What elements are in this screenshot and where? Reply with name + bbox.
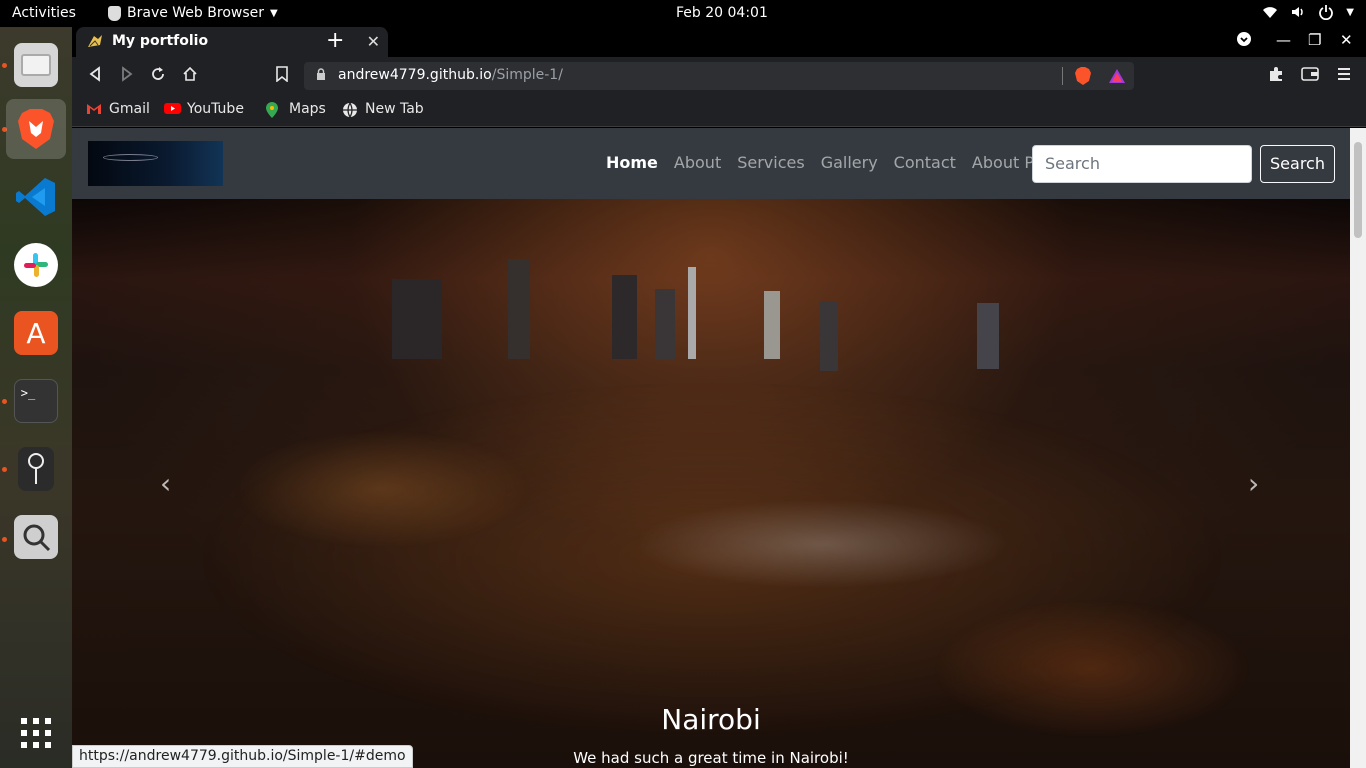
vscode-icon xyxy=(14,175,58,219)
dock: A >_ xyxy=(0,27,72,768)
globe-icon xyxy=(342,102,358,118)
portfolio-favicon-icon xyxy=(86,33,104,51)
carousel-caption-title: Nairobi xyxy=(661,703,761,736)
extensions-icon[interactable] xyxy=(1268,66,1284,87)
tab-close-icon[interactable]: ✕ xyxy=(367,32,380,51)
nav-link-gallery[interactable]: Gallery xyxy=(821,153,878,172)
activities-button[interactable]: Activities xyxy=(12,5,76,21)
url-text: andrew4779.github.io/Simple-1/ xyxy=(338,67,563,83)
maximize-icon[interactable]: ❐ xyxy=(1308,31,1321,49)
bookmark-label: YouTube xyxy=(187,101,244,117)
bookmark-gmail[interactable]: Gmail xyxy=(86,101,150,117)
bookmark-icon[interactable] xyxy=(276,66,288,87)
city-lights-west xyxy=(232,429,532,549)
terminal-icon: >_ xyxy=(14,379,58,423)
brave-lion-icon xyxy=(14,107,58,151)
hero-carousel: ‹ › Nairobi We had such a great time in … xyxy=(72,199,1350,768)
slack-icon xyxy=(14,243,58,287)
skyline-building xyxy=(612,275,637,359)
forward-icon[interactable] xyxy=(120,66,134,87)
site-logo[interactable] xyxy=(88,141,223,186)
app-menu-label: Brave Web Browser xyxy=(127,5,264,21)
system-top-bar: Activities Brave Web Browser ▼ Feb 20 04… xyxy=(0,0,1366,27)
tab-strip: My portfolio ✕ + — ❐ ✕ xyxy=(72,27,1366,57)
brave-rewards-icon[interactable] xyxy=(1108,67,1126,89)
page-scrollbar[interactable] xyxy=(1350,128,1366,768)
dock-maps[interactable] xyxy=(6,439,66,499)
logo-streak xyxy=(103,154,158,161)
search-button[interactable]: Search xyxy=(1260,145,1335,183)
dock-ubuntu-software[interactable]: A xyxy=(6,303,66,363)
chevron-down-icon: ▼ xyxy=(1346,6,1354,18)
window-close-icon[interactable]: ✕ xyxy=(1340,31,1353,49)
address-bar[interactable]: andrew4779.github.io/Simple-1/ xyxy=(304,62,1134,90)
bookmark-label: Gmail xyxy=(109,101,150,117)
magnifier-icon xyxy=(14,515,58,559)
bookmark-label: Maps xyxy=(289,101,326,117)
nav-link-contact[interactable]: Contact xyxy=(894,153,956,172)
bookmark-label: New Tab xyxy=(365,101,424,117)
app-menu[interactable]: Brave Web Browser ▼ xyxy=(108,5,278,21)
scrollbar-thumb[interactable] xyxy=(1354,142,1362,238)
skyline-building xyxy=(820,301,838,371)
dock-vscode[interactable] xyxy=(6,167,66,227)
skyline-building xyxy=(508,259,530,359)
wallet-icon[interactable] xyxy=(1301,66,1319,86)
link-status-bubble: https://andrew4779.github.io/Simple-1/#d… xyxy=(72,745,413,768)
reload-icon[interactable] xyxy=(150,66,166,87)
search-input[interactable]: Search xyxy=(1032,145,1252,183)
google-maps-icon xyxy=(266,102,282,118)
dock-screenshot[interactable] xyxy=(6,507,66,567)
nav-link-home[interactable]: Home xyxy=(606,153,658,172)
dock-terminal[interactable]: >_ xyxy=(6,371,66,431)
omnibox-divider xyxy=(1062,67,1063,85)
downtown-lights xyxy=(632,499,1012,589)
chevron-down-icon: ▼ xyxy=(270,7,278,19)
nav-link-services[interactable]: Services xyxy=(737,153,804,172)
skyline-building xyxy=(655,289,675,359)
url-host: andrew4779.github.io xyxy=(338,67,492,83)
dock-files[interactable] xyxy=(6,35,66,95)
menu-icon[interactable] xyxy=(1338,66,1350,86)
app-grid-icon xyxy=(14,711,58,755)
skyline-building xyxy=(977,303,999,369)
files-icon xyxy=(14,43,58,87)
browser-toolbar: andrew4779.github.io/Simple-1/ xyxy=(72,57,1366,95)
new-tab-button[interactable]: + xyxy=(326,28,344,53)
dock-brave[interactable] xyxy=(6,99,66,159)
page-viewport: Home About Services Gallery Contact Abou… xyxy=(72,128,1366,768)
show-applications[interactable] xyxy=(6,703,66,763)
lock-icon xyxy=(316,68,326,85)
map-pin-icon xyxy=(18,447,54,491)
skyline-building xyxy=(688,267,696,359)
skyline-building xyxy=(764,291,780,359)
tab-title: My portfolio xyxy=(112,33,209,49)
software-store-icon: A xyxy=(14,311,58,355)
bookmark-youtube[interactable]: YouTube xyxy=(164,101,244,117)
gmail-icon xyxy=(86,102,102,116)
nav-link-about[interactable]: About xyxy=(674,153,721,172)
system-tray[interactable]: ▼ xyxy=(1262,4,1354,21)
tab-search-icon[interactable] xyxy=(1236,31,1252,51)
home-icon[interactable] xyxy=(182,66,198,87)
power-icon xyxy=(1318,4,1334,21)
volume-icon xyxy=(1290,4,1306,20)
brave-shields-icon[interactable] xyxy=(1074,66,1092,90)
wifi-icon xyxy=(1262,4,1278,20)
dock-slack[interactable] xyxy=(6,235,66,295)
bookmark-maps[interactable]: Maps xyxy=(266,101,326,118)
youtube-icon xyxy=(164,102,181,116)
site-navbar: Home About Services Gallery Contact Abou… xyxy=(72,128,1350,199)
clock[interactable]: Feb 20 04:01 xyxy=(676,5,768,21)
skyline-building xyxy=(392,279,442,359)
brave-small-icon xyxy=(108,5,121,21)
back-icon[interactable] xyxy=(88,66,102,87)
bookmark-new-tab[interactable]: New Tab xyxy=(342,101,424,118)
carousel-next-icon[interactable]: › xyxy=(1248,467,1259,500)
minimize-icon[interactable]: — xyxy=(1276,31,1291,49)
bookmarks-bar: Gmail YouTube Maps New Tab xyxy=(72,95,1366,127)
nav-links: Home About Services Gallery Contact Abou… xyxy=(606,153,1063,172)
carousel-prev-icon[interactable]: ‹ xyxy=(160,467,171,500)
url-path: /Simple-1/ xyxy=(491,67,563,83)
